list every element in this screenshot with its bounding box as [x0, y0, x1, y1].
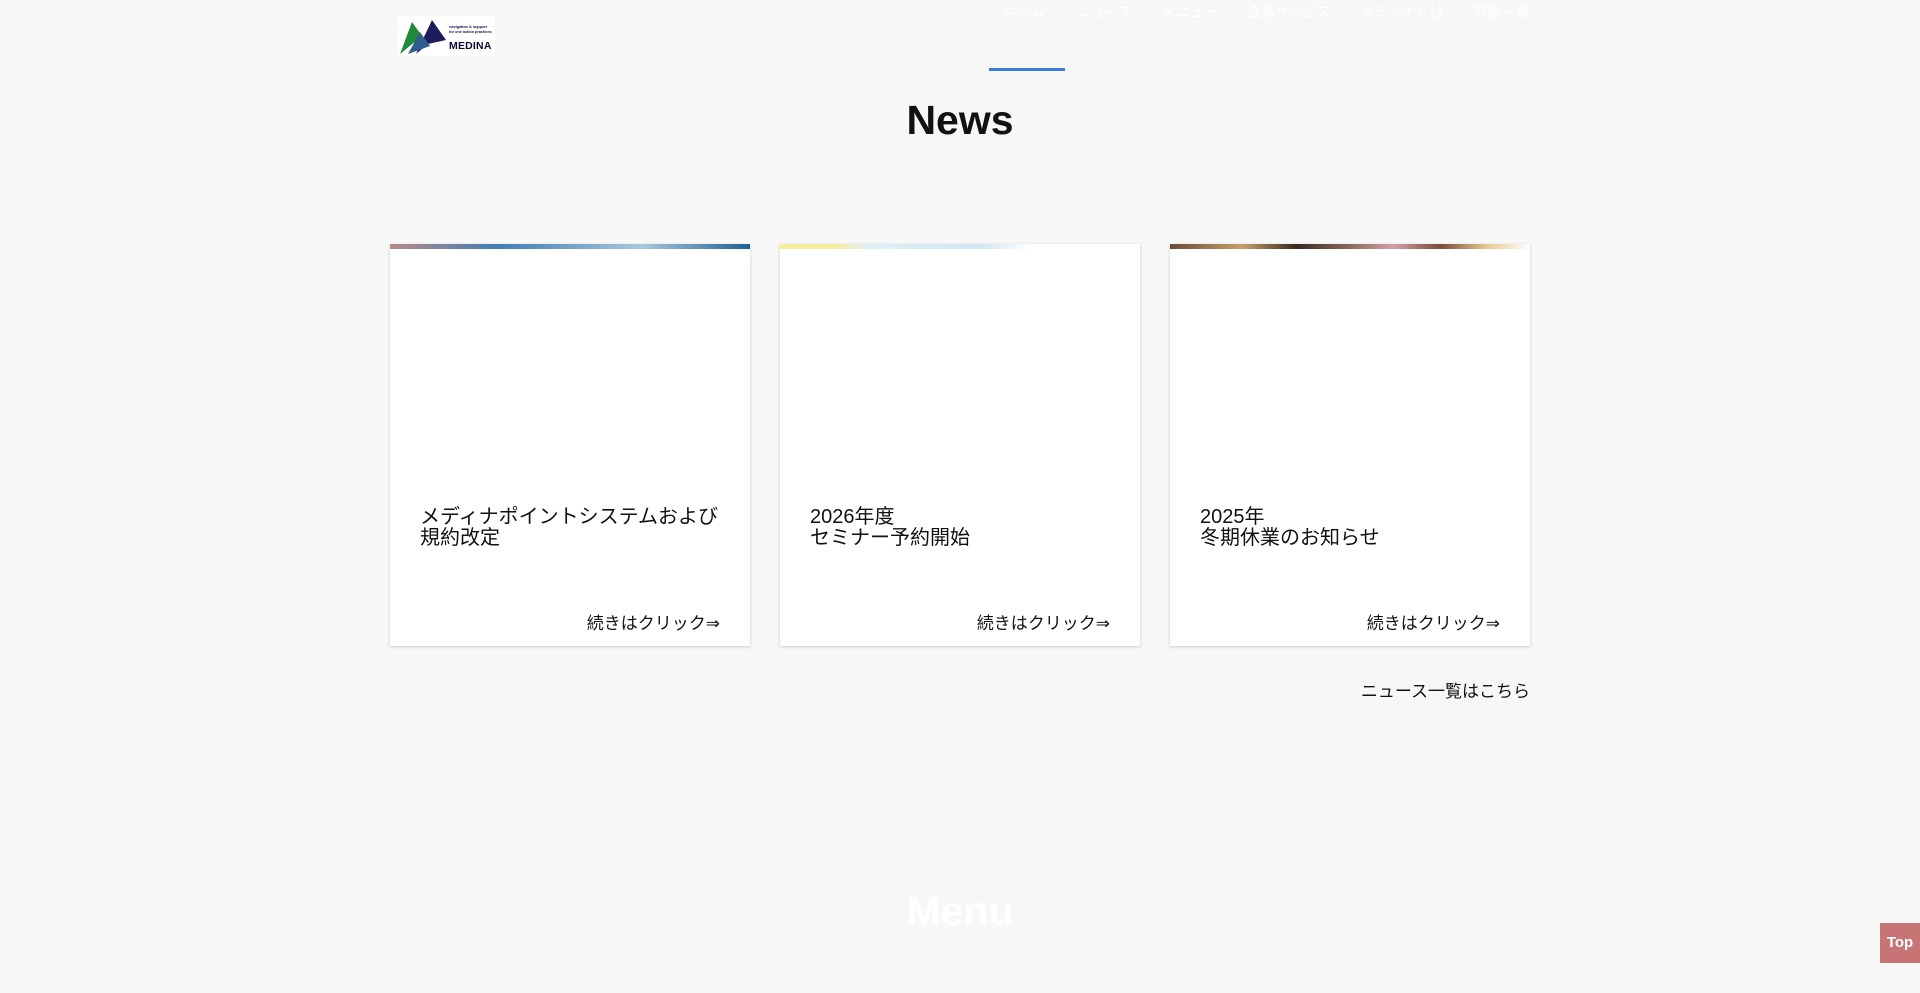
menu-section-title: Menu [906, 888, 1014, 934]
site-logo[interactable]: navigation & support for one action prac… [398, 16, 495, 56]
card-image [390, 244, 750, 249]
back-to-top-button[interactable]: Top [1880, 923, 1920, 963]
site-header: navigation & support for one action prac… [0, 0, 1920, 72]
card-image [1170, 244, 1530, 249]
news-section-title: News [906, 97, 1014, 143]
logo-tagline: navigation & support for one action prac… [449, 24, 492, 34]
logo-mark-icon [400, 20, 446, 54]
news-card[interactable]: 2026年度 セミナー予約開始 続きはクリック⇒ [780, 244, 1140, 646]
nav-item-home[interactable]: ホーム [1003, 0, 1045, 24]
nav-item-about[interactable]: メディナとは [1361, 0, 1444, 24]
news-card[interactable]: 2025年 冬期休業のお知らせ 続きはクリック⇒ [1170, 244, 1530, 646]
nav-item-member-services[interactable]: 会員サービス [1247, 0, 1331, 24]
news-card[interactable]: メディナポイントシステムおよび 規約改定 続きはクリック⇒ [390, 244, 750, 646]
nav-item-handling-list[interactable]: 取扱一覧 [1474, 0, 1530, 24]
news-list-link[interactable]: ニュース一覧はこちら [1361, 677, 1530, 702]
nav-active-indicator [989, 68, 1065, 71]
logo-brand: MEDINA [449, 40, 492, 52]
card-read-more[interactable]: 続きはクリック⇒ [977, 609, 1110, 634]
nav-item-menu[interactable]: メニュー [1162, 0, 1218, 24]
nav-item-news[interactable]: ニュース [1076, 0, 1131, 24]
card-image [780, 244, 1140, 249]
card-title: メディナポイントシステムおよび 規約改定 [420, 506, 718, 549]
card-read-more[interactable]: 続きはクリック⇒ [1367, 609, 1500, 634]
card-title: 2026年度 セミナー予約開始 [810, 506, 970, 549]
card-title: 2025年 冬期休業のお知らせ [1200, 506, 1380, 549]
card-read-more[interactable]: 続きはクリック⇒ [587, 609, 720, 634]
